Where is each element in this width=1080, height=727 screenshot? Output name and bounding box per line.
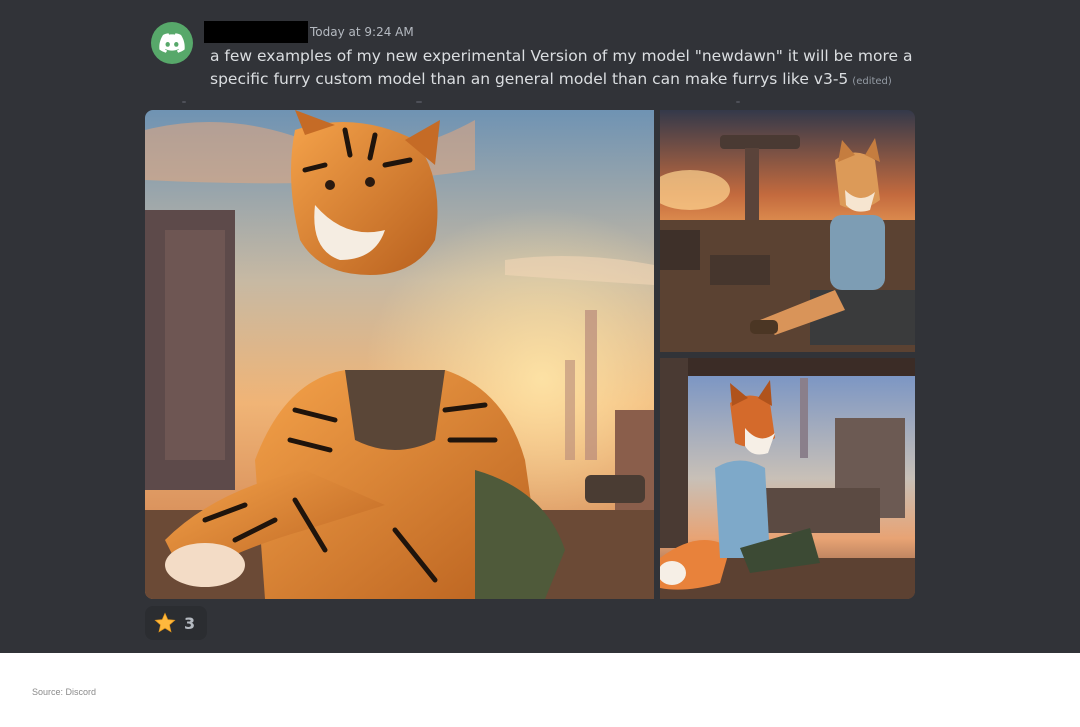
- tiger-character-image: [145, 110, 654, 599]
- star-icon: [154, 612, 176, 633]
- divider: [416, 101, 422, 103]
- source-caption-area: Source: Discord: [0, 653, 1080, 727]
- edited-label: (edited): [852, 76, 892, 87]
- message-timestamp: Today at 9:24 AM: [310, 25, 414, 39]
- reaction-count: 3: [184, 613, 196, 633]
- star-reaction[interactable]: 3: [145, 606, 207, 640]
- attachment-image-tiger[interactable]: [145, 110, 654, 599]
- redacted-username: [204, 21, 308, 43]
- attachment-image-fox[interactable]: [660, 358, 915, 599]
- source-caption: Source: Discord: [32, 687, 97, 697]
- divider: [182, 101, 186, 103]
- fox-character-image: [660, 358, 915, 599]
- divider: [736, 101, 740, 103]
- user-avatar[interactable]: [151, 22, 193, 64]
- shiba-character-image: [660, 110, 915, 352]
- message-text: a few examples of my new experimental Ve…: [210, 47, 913, 88]
- message-content: a few examples of my new experimental Ve…: [210, 45, 930, 93]
- attachment-image-shiba[interactable]: [660, 110, 915, 352]
- discord-logo-icon: [159, 33, 185, 53]
- discord-chat-view: Today at 9:24 AM a few examples of my ne…: [0, 0, 1080, 653]
